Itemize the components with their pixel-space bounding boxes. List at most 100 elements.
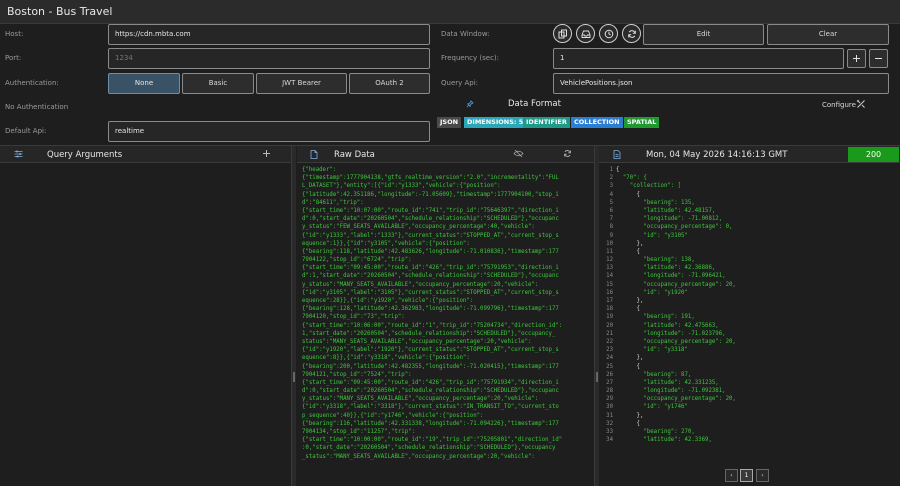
line-number: 1	[609, 167, 613, 173]
app-title: Boston - Bus Travel	[7, 5, 113, 18]
result-json-line: {	[616, 167, 620, 173]
line-number: 34	[606, 437, 613, 444]
result-json-line: "bearing": 87,	[616, 371, 692, 378]
result-json-line: "occupancy_percentage": 20,	[616, 338, 736, 345]
raw-data-line: {"start_time":"10:06:00","route_id":"1",…	[302, 322, 563, 329]
clock-icon[interactable]	[599, 24, 618, 43]
line-number: 11	[606, 248, 613, 255]
raw-data-line: {"start_time":"09:45:00","route_id":"426…	[302, 379, 559, 386]
auth-basic-button[interactable]: Basic	[182, 73, 254, 94]
result-json-line: {	[616, 420, 640, 427]
prev-page-button[interactable]: ‹	[725, 469, 738, 482]
line-number: 31	[606, 412, 613, 419]
line-number: 4	[609, 191, 613, 198]
raw-data-line: 7904134,"stop_id":"11257","trip":	[302, 429, 415, 435]
result-header: Mon, 04 May 2026 14:16:13 GMT 200	[599, 146, 900, 163]
default-api-label: Default Api:	[5, 127, 47, 135]
add-argument-icon[interactable]	[262, 149, 271, 160]
line-number: 24	[606, 355, 613, 362]
left-splitter[interactable]	[291, 146, 296, 486]
result-json-line: },	[616, 298, 644, 304]
line-number: 14	[606, 273, 613, 280]
line-number: 32	[606, 420, 613, 427]
result-json-line: "occupancy_percentage": 0,	[616, 224, 733, 231]
raw-data-line: {"id":"y1920","label":"1920"},"current_s…	[302, 347, 559, 354]
configure-link[interactable]: Configure	[822, 101, 856, 109]
raw-data-line: {"id":"y3318","label":"3318"},"current_s…	[302, 404, 559, 411]
raw-data-line: {"start_time":"10:00:00","route_id":"19"…	[302, 437, 563, 444]
current-page-button[interactable]: 1	[740, 469, 753, 482]
port-input[interactable]: 1234	[108, 48, 430, 69]
auth-status-text: No Authentication	[5, 103, 69, 111]
decrement-minus-icon[interactable]	[869, 49, 888, 68]
result-json-line: "occupancy_percentage": 20,	[616, 396, 736, 403]
raw-data-line: 1,"start_date":"20260504","schedule_rela…	[302, 330, 556, 337]
raw-data-title: Raw Data	[334, 150, 375, 160]
line-number: 30	[606, 404, 613, 411]
refresh-icon[interactable]	[622, 24, 641, 43]
raw-data-line: equence":1}},{"id":"y3105","vehicle":{"p…	[302, 240, 470, 247]
reload-icon[interactable]	[563, 149, 572, 160]
clear-button[interactable]: Clear	[767, 24, 889, 45]
result-json-line: "bearing": 191,	[616, 314, 695, 321]
line-number: 12	[606, 257, 613, 264]
frequency-input[interactable]: 1	[553, 48, 844, 69]
result-json-line: "id": "y1746"	[616, 404, 688, 411]
raw-data-line: y_status":"FEW_SEATS_AVAILABLE","occupan…	[302, 224, 535, 231]
inbox-icon[interactable]	[576, 24, 595, 43]
result-json-text: { "70": { "collection": [ { "bearing": 1…	[616, 166, 736, 444]
line-number: 3	[609, 183, 613, 190]
result-json-line: "collection": [	[616, 183, 682, 190]
line-number: 8	[609, 224, 613, 231]
result-json-line: "latitude": 42.331235,	[616, 379, 719, 386]
line-number: 21	[606, 330, 613, 337]
raw-data-line: {"start_time":"10:07:00","route_id":"741…	[302, 207, 559, 214]
result-json-line: "bearing": 270,	[616, 429, 695, 435]
host-input[interactable]: https://cdn.mbta.com	[108, 24, 430, 45]
raw-data-line: {"latitude":42.351186,"longitude":-71.05…	[302, 191, 559, 198]
result-json-line: "longitude": -71.096421,	[616, 273, 726, 280]
result-timestamp: Mon, 04 May 2026 14:16:13 GMT	[646, 150, 788, 160]
raw-data-line: equence":28}},{"id":"y1920","vehicle":{"…	[302, 298, 474, 304]
raw-data-body[interactable]: {"header": {"timestamp":1777904138,"gtfs_…	[302, 166, 592, 486]
line-number: 2	[609, 175, 613, 182]
line-number: 7	[609, 216, 613, 223]
left-splitter-grip	[293, 372, 295, 382]
result-body[interactable]: 1 2 3 4 5 6 7 8 9 10 11 12 13 14 15 16 17 18 19 20 21 22 23 24 2…	[599, 166, 900, 486]
line-number: 29	[606, 396, 613, 403]
app-window: Boston - Bus Travel Host: https://cdn.mb…	[0, 0, 900, 486]
raw-data-line: d":1,"start_date":"20260504","schedule_r…	[302, 273, 559, 280]
raw-data-line: _status":"MANY_SEATS_AVAILABLE","occupan…	[302, 453, 535, 460]
query-api-label: Query Api:	[441, 79, 479, 87]
auth-none-button[interactable]: None	[108, 73, 180, 94]
raw-data-line: status":"MANY_SEATS_AVAILABLE","occupanc…	[302, 338, 532, 345]
line-number: 18	[606, 306, 613, 313]
default-api-input[interactable]: realtime	[108, 121, 430, 142]
format-tag-identifier: IDENTIFIER	[523, 117, 570, 128]
result-json-line: "longitude": -71.00812,	[616, 216, 723, 223]
line-number: 10	[606, 240, 613, 247]
frequency-label: Frequency (sec):	[441, 54, 500, 62]
line-number: 33	[606, 429, 613, 435]
next-page-button[interactable]: ›	[756, 469, 769, 482]
raw-data-line: d":0,"start_date":"20260504","schedule_r…	[302, 388, 559, 395]
format-tag-json: JSON	[437, 117, 462, 128]
raw-data-line: 7904120,"stop_id":"73","trip":	[302, 314, 405, 321]
hide-eye-icon[interactable]	[513, 149, 524, 160]
raw-data-line: {"header":	[302, 167, 337, 173]
result-json-line: "bearing": 138,	[616, 257, 695, 264]
edit-button[interactable]: Edit	[643, 24, 764, 45]
auth-jwt-bearer-button[interactable]: JWT Bearer	[256, 73, 347, 94]
raw-data-line: 7904121,"stop_id":"7524","trip":	[302, 371, 412, 378]
raw-data-line: {"timestamp":1777904138,"gtfs_realtime_v…	[302, 175, 559, 182]
result-json-line: "latitude": 42.3369,	[616, 437, 712, 444]
increment-plus-icon[interactable]	[847, 49, 866, 68]
host-label: Host:	[5, 30, 24, 38]
tools-icon[interactable]	[856, 99, 866, 111]
copy-icon[interactable]	[553, 24, 572, 43]
auth-oauth2-button[interactable]: OAuth 2	[349, 73, 430, 94]
document-icon	[310, 150, 318, 161]
raw-data-line: y_status":"MANY_SEATS_AVAILABLE","occupa…	[302, 281, 539, 288]
raw-data-line: y_status":"MANY_SEATS_AVAILABLE","occupa…	[302, 396, 539, 403]
query-api-input[interactable]: VehiclePositions.json	[553, 73, 889, 94]
